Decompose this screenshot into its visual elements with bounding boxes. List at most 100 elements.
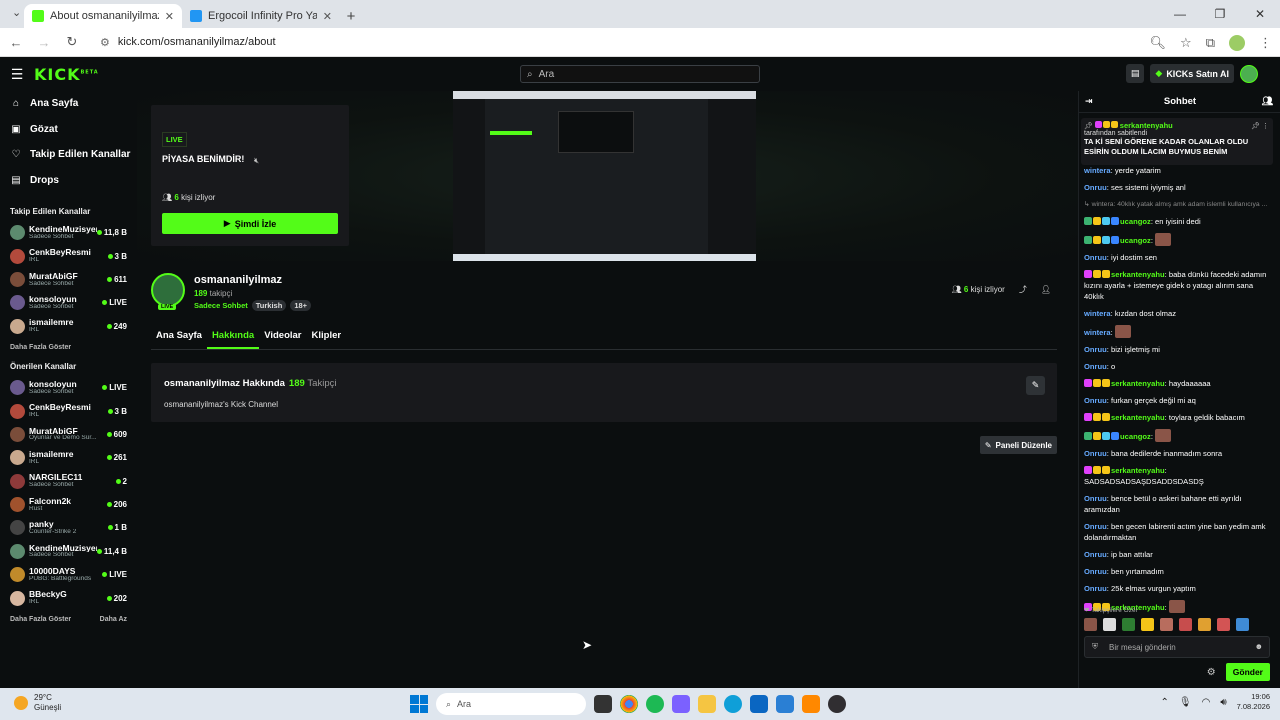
new-tab-button[interactable]: + [340, 4, 362, 28]
chat-emote[interactable] [1114, 325, 1131, 338]
edit-pencil-icon[interactable]: ✎ [1026, 376, 1045, 395]
chat-username[interactable]: Onruu [1084, 362, 1107, 371]
chat-username[interactable]: Onruu [1084, 494, 1107, 503]
chat-username[interactable]: Onruu [1084, 567, 1107, 576]
tab-0[interactable]: Ana Sayfa [151, 328, 207, 349]
chat-username[interactable]: serkantenyahu [1111, 379, 1165, 388]
send-button[interactable]: Gönder [1225, 663, 1270, 681]
sidebar-channel[interactable]: CenkBeyResmi IRL 3 B [0, 244, 137, 267]
sidebar-channel[interactable]: konsoloyun Sadece Sohbet LIVE [0, 376, 137, 399]
chat-emote[interactable] [1155, 233, 1172, 246]
sidebar-channel[interactable]: 10000DAYS PUBG: Battlegrounds LIVE [0, 563, 137, 586]
sidebar-channel[interactable]: ismailemre IRL 249 [0, 315, 137, 338]
sidebar-channel[interactable]: KendineMuzisyen Sadece Sohbet 11,4 B [0, 540, 137, 563]
edit-panels-button[interactable]: ✎ Paneli Düzenle [979, 436, 1057, 454]
chat-username[interactable]: wintera [1084, 309, 1111, 318]
follow-user-icon[interactable]: 👤︎ [1041, 285, 1051, 294]
emote[interactable] [1122, 618, 1135, 631]
chat-username[interactable]: ucangoz [1120, 236, 1151, 245]
chat-username[interactable]: Onruu [1084, 345, 1107, 354]
url-field[interactable]: ⚙ kick.com/osmananilyilmaz/about [92, 31, 1152, 53]
stream-preview[interactable] [453, 91, 756, 261]
pinned-menu-icon[interactable]: ⋮ [1262, 123, 1269, 130]
restore-icon[interactable]: ❐ [1200, 0, 1240, 28]
watch-now-button[interactable]: ▶ Şimdi İzle [162, 213, 338, 234]
profile-avatar[interactable] [1229, 34, 1245, 51]
unpin-icon[interactable]: 📌︎ [1251, 123, 1260, 130]
kick-logo[interactable]: KICKBETA [34, 65, 99, 84]
chat-username[interactable]: ucangoz [1120, 432, 1151, 441]
chrome-icon[interactable] [620, 695, 638, 713]
chat-username[interactable]: Onruu [1084, 522, 1107, 531]
sidebar-channel[interactable]: BBeckyG IRL 202 [0, 586, 137, 609]
task-view-icon[interactable] [594, 695, 612, 713]
emote[interactable] [1236, 618, 1249, 631]
chat-username[interactable]: serkantenyahu [1111, 413, 1165, 422]
network-icon[interactable]: ◠ [1202, 697, 1211, 708]
tray-chevron-icon[interactable]: ⌃ [1160, 697, 1168, 708]
bookmark-star-icon[interactable]: ☆ [1180, 35, 1192, 51]
sidebar-nav-0[interactable]: ⌂ Ana Sayfa [0, 91, 137, 117]
sidebar-channel[interactable]: KendineMuzisyen Sadece Sohbet 11,8 B [0, 221, 137, 244]
chat-username[interactable]: serkantenyahu [1111, 466, 1165, 475]
muted-icon[interactable]: 🔇︎ [254, 156, 259, 166]
emote[interactable] [1179, 618, 1192, 631]
sidebar-nav-1[interactable]: ▣ Gözat [0, 117, 137, 143]
edge-icon[interactable] [724, 695, 742, 713]
chat-username[interactable]: Onruu [1084, 253, 1107, 262]
forward-icon[interactable]: → [32, 35, 56, 50]
chat-username[interactable]: wintera [1084, 328, 1111, 337]
chat-username[interactable]: Onruu [1084, 584, 1107, 593]
file-explorer-icon[interactable] [698, 695, 716, 713]
back-icon[interactable]: ← [4, 35, 28, 50]
spotify-icon[interactable] [646, 695, 664, 713]
weather-widget[interactable]: 29°C Güneşli [14, 693, 61, 712]
taskbar-search[interactable]: ⌕ Ara [436, 693, 586, 715]
close-window-icon[interactable]: ✕ [1240, 0, 1280, 28]
sidebar-nav-2[interactable]: ♡ Takip Edilen Kanallar [0, 142, 137, 168]
chat-username[interactable]: ucangoz [1120, 217, 1151, 226]
chat-emote[interactable] [1155, 429, 1172, 442]
chat-username[interactable]: Onruu [1084, 449, 1107, 458]
emote[interactable] [1103, 618, 1116, 631]
buy-kicks-button[interactable]: ◆ KICKs Satın Al [1150, 64, 1234, 83]
minimize-icon[interactable]: — [1160, 0, 1200, 28]
chat-users-icon[interactable]: 👥︎ [1262, 96, 1273, 107]
store-icon[interactable] [750, 695, 768, 713]
obs-icon[interactable] [828, 695, 846, 713]
sidebar-channel[interactable]: konsoloyun Sadece Sohbet LIVE [0, 291, 137, 314]
user-avatar[interactable] [1240, 64, 1258, 83]
chat-username[interactable]: serkantenyahu [1111, 270, 1165, 279]
pinned-user[interactable]: serkantenyahu [1120, 121, 1173, 130]
tag-18plus[interactable]: 18+ [290, 300, 312, 311]
site-info-icon[interactable]: ⚙ [100, 36, 110, 49]
sidebar-channel[interactable]: NARGILEC11 Sadece Sohbet 2 [0, 470, 137, 493]
emote[interactable] [1141, 618, 1154, 631]
emote[interactable] [1160, 618, 1173, 631]
chat-settings-gear-icon[interactable]: ⚙ [1207, 667, 1216, 678]
tab-3[interactable]: Klipler [307, 328, 347, 349]
app-icon[interactable] [672, 695, 690, 713]
sidebar-channel[interactable]: MuratAbiGF Sadece Sohbet 611 [0, 268, 137, 291]
collapse-chat-icon[interactable]: ⇥ [1085, 96, 1093, 107]
extensions-icon[interactable]: ⧉ [1206, 35, 1215, 51]
recommended-show-less[interactable]: Daha Az [100, 616, 127, 623]
volume-icon[interactable]: 🔊︎ [1220, 697, 1226, 708]
browser-tab-1[interactable]: Ergocoil Infinity Pro Yaylı Yatak ✕ [182, 4, 340, 28]
sidebar-channel[interactable]: Falconn2k Rust 206 [0, 493, 137, 516]
clock[interactable]: 19:06 7.08.2026 [1237, 692, 1270, 712]
emote[interactable] [1084, 618, 1097, 631]
wallet-button[interactable]: ▤ [1125, 64, 1145, 83]
sidebar-channel[interactable]: panky Counter-Strike 2 1 B [0, 516, 137, 539]
chat-input[interactable]: ⛨ Bir mesaj gönderin ☻ [1084, 636, 1270, 658]
emote[interactable] [1198, 618, 1211, 631]
share-icon[interactable]: ⤴ [1019, 284, 1027, 295]
tab-close-icon[interactable]: ✕ [165, 10, 174, 23]
reload-icon[interactable]: ↻ [60, 34, 84, 50]
hamburger-menu-icon[interactable]: ☰ [0, 66, 34, 83]
windows-start-icon[interactable] [410, 695, 428, 713]
chat-username[interactable]: wintera [1084, 166, 1111, 175]
tab-close-icon[interactable]: ✕ [323, 10, 332, 23]
search-input[interactable]: ⌕ Ara [520, 65, 760, 83]
sidebar-channel[interactable]: MuratAbiGF Oyunlar ve Demo Sür... 609 [0, 423, 137, 446]
